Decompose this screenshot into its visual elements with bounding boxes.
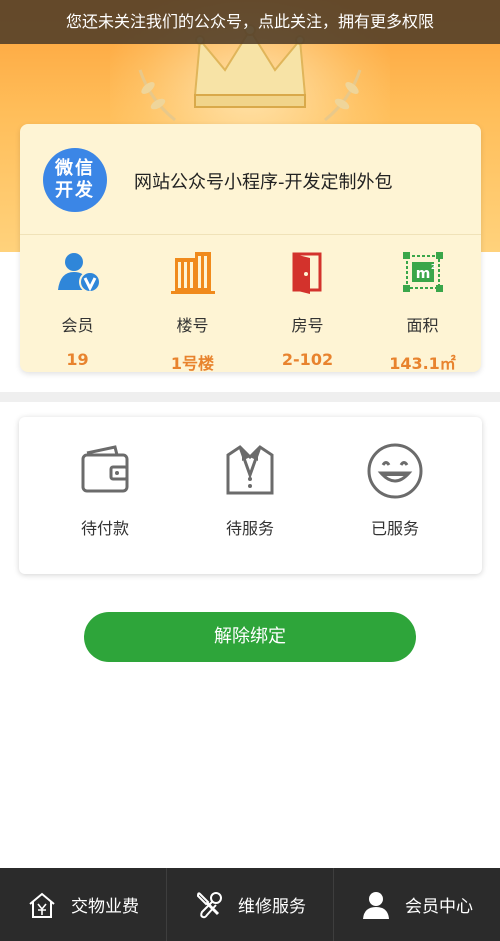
stats-row: 会员 19 楼号 1号楼 房号 2-102 m 2 面积 143.1㎡ bbox=[20, 242, 481, 374]
member-card: 微信开发 网站公众号小程序-开发定制外包 会员 19 楼号 1号楼 房号 2-1… bbox=[20, 124, 481, 374]
order-status-panel: 待付款 待服务 已服务 bbox=[19, 417, 482, 574]
smile-icon bbox=[367, 443, 423, 499]
svg-text:2: 2 bbox=[431, 263, 436, 271]
tab-label: 会员中心 bbox=[405, 897, 473, 917]
stat-value: 2-102 bbox=[281, 350, 334, 369]
order-completed[interactable]: 已服务 bbox=[335, 441, 455, 539]
wallet-icon bbox=[81, 445, 129, 493]
bottom-tabbar: 交物业费 维修服务 会员中心 bbox=[0, 868, 500, 941]
user-icon bbox=[363, 891, 389, 919]
door-icon bbox=[292, 252, 321, 294]
site-name: 网站公众号小程序-开发定制外包 bbox=[134, 172, 393, 193]
logo-text: 微信开发 bbox=[55, 158, 95, 201]
stat-area[interactable]: m 2 面积 143.1㎡ bbox=[365, 242, 480, 374]
stat-label: 面积 bbox=[406, 316, 439, 335]
stat-label: 楼号 bbox=[176, 316, 209, 335]
tab-pay-property-fee[interactable]: 交物业费 bbox=[0, 868, 166, 941]
wrench-icon bbox=[196, 891, 222, 918]
card-divider bbox=[20, 234, 481, 235]
tuxedo-icon bbox=[226, 445, 274, 495]
order-label: 已服务 bbox=[370, 519, 419, 538]
order-pending-payment[interactable]: 待付款 bbox=[45, 441, 165, 539]
svg-text:m: m bbox=[415, 266, 430, 282]
stat-value: 19 bbox=[66, 350, 89, 369]
follow-notice-text: 您还未关注我们的公众号，点此关注，拥有更多权限 bbox=[65, 12, 434, 31]
tab-label: 维修服务 bbox=[238, 897, 306, 917]
stat-value: 143.1㎡ bbox=[389, 354, 456, 373]
follow-notice-bar[interactable]: 您还未关注我们的公众号，点此关注，拥有更多权限 bbox=[0, 0, 500, 44]
stat-value: 1号楼 bbox=[170, 354, 215, 373]
wechat-dev-logo: 微信开发 bbox=[43, 148, 107, 212]
tab-member-center[interactable]: 会员中心 bbox=[334, 868, 500, 941]
stat-label: 房号 bbox=[291, 316, 324, 335]
tab-label: 交物业费 bbox=[71, 897, 139, 917]
house-yen-icon bbox=[29, 892, 55, 918]
building-icon bbox=[170, 252, 215, 294]
stat-building[interactable]: 楼号 1号楼 bbox=[135, 242, 250, 374]
stat-label: 会员 bbox=[61, 316, 94, 335]
unbind-button[interactable]: 解除绑定 bbox=[84, 612, 416, 662]
section-separator bbox=[0, 392, 500, 402]
stat-member[interactable]: 会员 19 bbox=[20, 242, 135, 369]
member-v-icon bbox=[57, 253, 101, 293]
order-label: 待服务 bbox=[225, 519, 274, 538]
stat-room[interactable]: 房号 2-102 bbox=[250, 242, 365, 369]
tab-repair-service[interactable]: 维修服务 bbox=[167, 868, 333, 941]
order-label: 待付款 bbox=[80, 519, 129, 538]
area-m2-icon: m 2 bbox=[402, 252, 443, 292]
order-pending-service[interactable]: 待服务 bbox=[190, 441, 310, 539]
